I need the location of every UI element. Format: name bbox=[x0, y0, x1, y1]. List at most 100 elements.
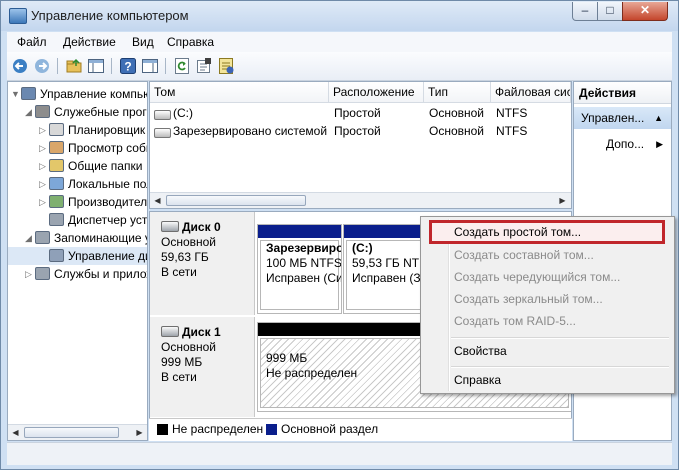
scroll-left-button[interactable]: ◀ bbox=[150, 193, 165, 208]
tree-item-label: Локальные пользователи bbox=[68, 177, 147, 191]
partition-system-reserved[interactable]: Зарезервировано системой 100 МБ NTFS Исп… bbox=[257, 224, 342, 314]
context-menu: Создать простой том... Создать составной… bbox=[420, 216, 675, 394]
disk-1-label[interactable]: Диск 1 Основной 999 МБ В сети bbox=[150, 317, 255, 417]
menu-view[interactable]: Вид bbox=[132, 35, 154, 49]
disk-status: В сети bbox=[161, 370, 197, 384]
collapse-icon[interactable]: ▲ bbox=[654, 107, 663, 129]
show-hide-tree-icon[interactable] bbox=[87, 57, 105, 75]
title-bar[interactable]: Управление компьютером – □ ✕ bbox=[1, 1, 678, 31]
expand-arrow-icon[interactable]: ▷ bbox=[25, 265, 32, 283]
tree-item-label: Запоминающие устройства bbox=[54, 231, 147, 245]
tree-item[interactable]: ▷ Производительность bbox=[8, 193, 147, 211]
clock-icon bbox=[49, 123, 64, 136]
partition-color-bar bbox=[258, 225, 341, 238]
partition-info: 100 МБ NTFS bbox=[266, 256, 342, 270]
disk-size: 59,63 ГБ bbox=[161, 250, 209, 264]
partition-state: Исправен (Система, Активен) bbox=[266, 271, 341, 285]
disk-icon bbox=[161, 326, 179, 337]
column-header-filesystem[interactable]: Файловая система bbox=[491, 82, 571, 103]
tree-item[interactable]: ▷ Локальные пользователи bbox=[8, 175, 147, 193]
properties-pane-icon[interactable] bbox=[141, 57, 159, 75]
computer-management-window: Управление компьютером – □ ✕ Файл Действ… bbox=[0, 0, 679, 470]
scroll-right-button[interactable]: ▶ bbox=[555, 193, 570, 208]
tree-item[interactable]: ◢ Служебные программы bbox=[8, 103, 147, 121]
expand-arrow-icon[interactable]: ▼ bbox=[11, 85, 20, 103]
minimize-button[interactable]: – bbox=[572, 2, 598, 21]
export-list-icon[interactable] bbox=[217, 57, 235, 75]
tree-item[interactable]: ◢ Запоминающие устройства bbox=[8, 229, 147, 247]
menu-help-item[interactable]: Справка bbox=[454, 369, 501, 391]
menu-create-raid5-volume[interactable]: Создать том RAID-5... bbox=[454, 310, 576, 332]
actions-section-label: Управлен... bbox=[581, 111, 645, 125]
help-icon[interactable]: ? bbox=[119, 57, 137, 75]
menu-action[interactable]: Действие bbox=[63, 35, 116, 49]
legend-swatch-unallocated bbox=[157, 424, 168, 435]
toolbar-separator bbox=[57, 58, 58, 74]
actions-more-item[interactable]: Допо... ▶ bbox=[574, 133, 671, 155]
expand-arrow-icon[interactable]: ▷ bbox=[39, 157, 46, 175]
menu-file[interactable]: Файл bbox=[17, 35, 47, 49]
scroll-left-button[interactable]: ◀ bbox=[8, 425, 23, 440]
tree-item-label: Служебные программы bbox=[54, 105, 147, 119]
disk-0-label[interactable]: Диск 0 Основной 59,63 ГБ В сети bbox=[150, 212, 255, 315]
menu-bar: Файл Действие Вид Справка bbox=[7, 32, 672, 52]
forward-arrow-icon[interactable] bbox=[33, 57, 51, 75]
back-arrow-icon[interactable] bbox=[11, 57, 29, 75]
scroll-thumb[interactable] bbox=[24, 427, 119, 438]
tree-item[interactable]: ▷ Просмотр событий bbox=[8, 139, 147, 157]
expand-arrow-icon[interactable]: ◢ bbox=[25, 103, 32, 121]
actions-header: Действия bbox=[574, 82, 671, 104]
expand-arrow-icon[interactable]: ▷ bbox=[39, 193, 46, 211]
event-viewer-icon bbox=[49, 141, 64, 154]
tree-item[interactable]: ▼ Управление компьютером bbox=[8, 85, 147, 103]
column-header-layout[interactable]: Расположение bbox=[329, 82, 424, 103]
drive-icon bbox=[154, 128, 171, 138]
scroll-thumb[interactable] bbox=[166, 195, 306, 206]
status-bar bbox=[7, 442, 672, 465]
actions-section-disk-management[interactable]: Управлен... ▲ bbox=[574, 107, 671, 129]
menu-properties[interactable]: Свойства bbox=[454, 340, 507, 362]
tree-item-label: Просмотр событий bbox=[68, 141, 147, 155]
legend-label-primary: Основной раздел bbox=[281, 422, 379, 436]
disk-size: 999 МБ bbox=[161, 355, 203, 369]
tree-item[interactable]: Управление дисками bbox=[8, 247, 147, 265]
menu-separator bbox=[451, 366, 669, 368]
tree-item[interactable]: ▷ Службы и приложения bbox=[8, 265, 147, 283]
menu-create-spanned-volume[interactable]: Создать составной том... bbox=[454, 244, 594, 266]
volume-list: Том Расположение Тип Файловая система (C… bbox=[149, 81, 572, 209]
tools-icon bbox=[35, 105, 50, 118]
tree-item[interactable]: ▷ Общие папки bbox=[8, 157, 147, 175]
tree-item[interactable]: ▷ Планировщик заданий bbox=[8, 121, 147, 139]
scroll-right-button[interactable]: ▶ bbox=[132, 425, 147, 440]
partition-name: Зарезервировано системой bbox=[266, 241, 342, 255]
menu-create-mirrored-volume[interactable]: Создать зеркальный том... bbox=[454, 288, 603, 310]
volume-name-cell: Зарезервировано системой bbox=[173, 124, 328, 138]
legend-swatch-primary bbox=[266, 424, 277, 435]
expand-arrow-icon[interactable]: ▷ bbox=[39, 139, 46, 157]
list-horizontal-scrollbar[interactable]: ◀ ▶ bbox=[150, 192, 571, 208]
actions-more-label: Допо... bbox=[606, 137, 645, 151]
column-header-volume[interactable]: Том bbox=[150, 82, 329, 103]
close-button[interactable]: ✕ bbox=[622, 2, 668, 21]
disk-management-icon bbox=[49, 249, 64, 262]
maximize-button[interactable]: □ bbox=[597, 2, 623, 21]
up-folder-icon[interactable] bbox=[65, 57, 83, 75]
disk-title: Диск 1 bbox=[161, 325, 254, 340]
column-header-type[interactable]: Тип bbox=[424, 82, 491, 103]
menu-create-striped-volume[interactable]: Создать чередующийся том... bbox=[454, 266, 620, 288]
performance-icon bbox=[49, 195, 64, 208]
properties-icon[interactable] bbox=[195, 57, 213, 75]
menu-create-simple-volume[interactable]: Создать простой том... bbox=[454, 221, 581, 243]
expand-arrow-icon[interactable]: ▷ bbox=[39, 121, 46, 139]
filesystem-cell: NTFS bbox=[496, 106, 528, 120]
expand-arrow-icon[interactable]: ▷ bbox=[39, 175, 46, 193]
tree-item[interactable]: Диспетчер устройств bbox=[8, 211, 147, 229]
services-icon bbox=[35, 267, 50, 280]
tree-item-label: Управление компьютером bbox=[40, 87, 147, 101]
menu-help[interactable]: Справка bbox=[167, 35, 214, 49]
expand-arrow-icon[interactable]: ◢ bbox=[25, 229, 32, 247]
tree-item-label: Производительность bbox=[68, 195, 148, 209]
context-menu-gutter bbox=[448, 219, 450, 391]
refresh-icon[interactable] bbox=[173, 57, 191, 75]
tree-horizontal-scrollbar[interactable]: ◀ ▶ bbox=[8, 424, 147, 440]
